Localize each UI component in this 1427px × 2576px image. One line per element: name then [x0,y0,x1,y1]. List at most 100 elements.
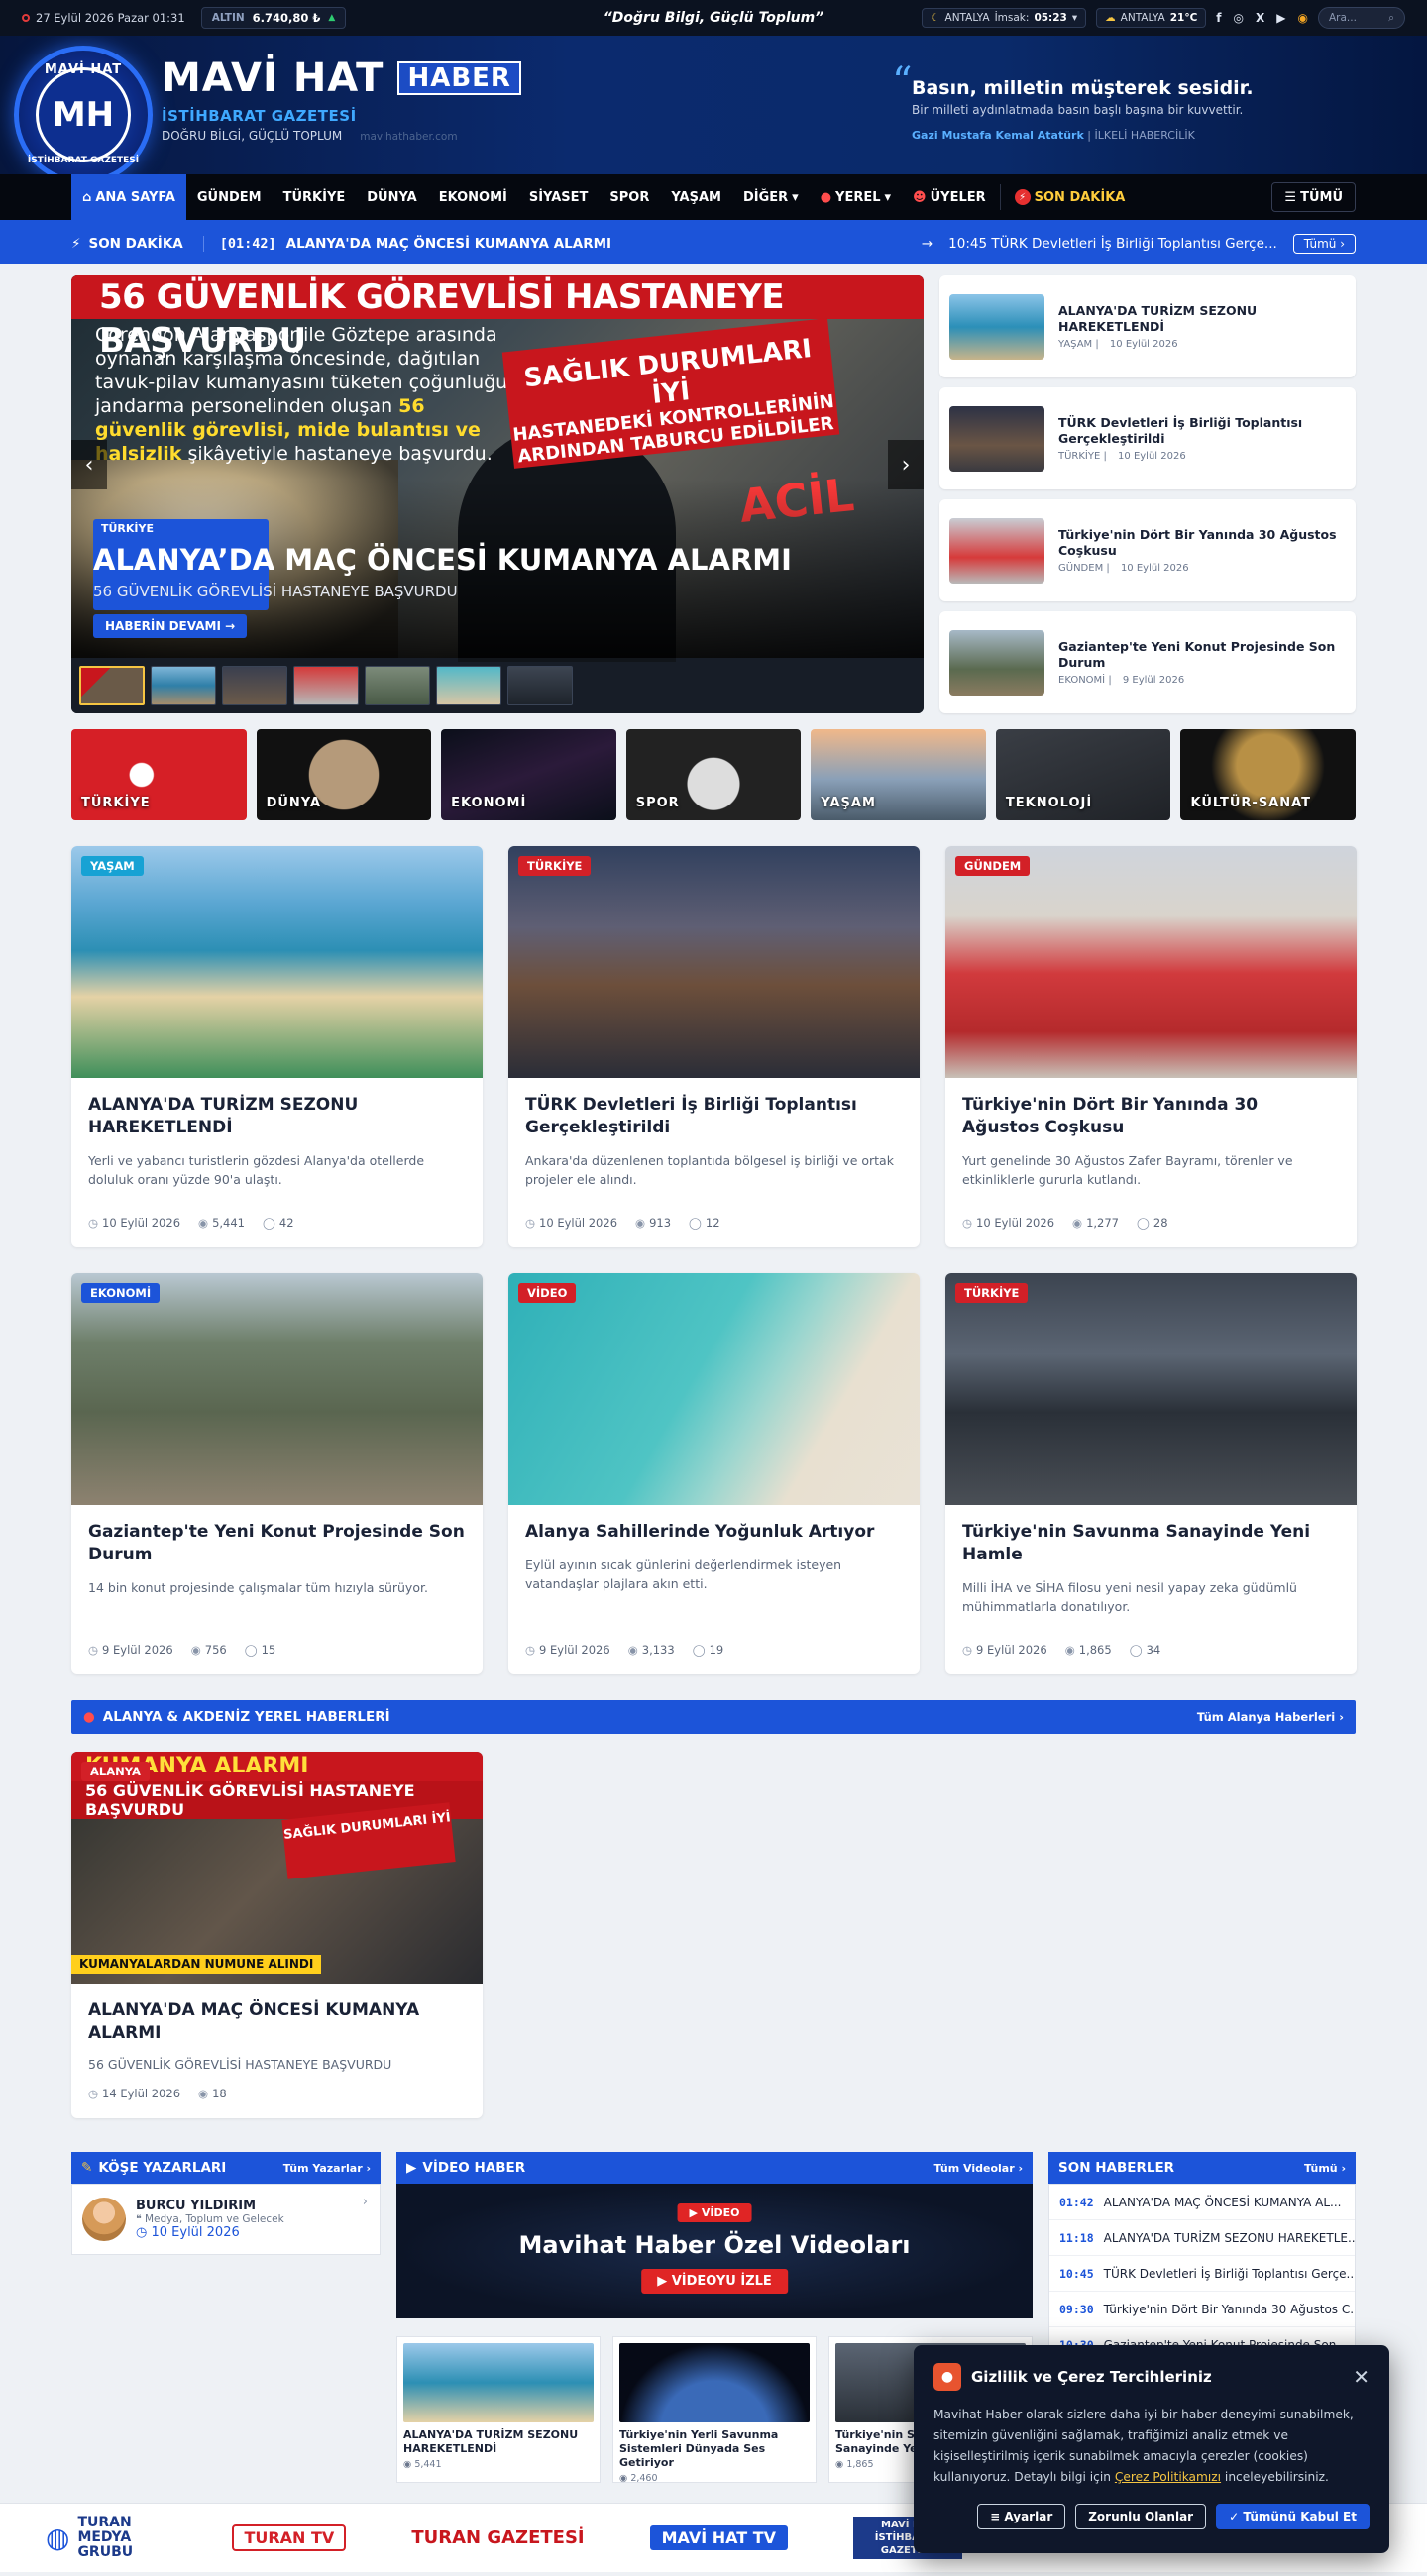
category-tile-dunya[interactable]: DÜNYA [256,729,432,820]
slider-prev-icon[interactable]: ‹ [71,440,107,489]
slider-thumbnails [71,658,924,713]
all-latest-link[interactable]: Tümü › [1304,2162,1346,2175]
cookie-required-button[interactable]: Zorunlu Olanlar [1075,2504,1207,2529]
moon-icon: ☾ [931,12,940,24]
category-tile-spor[interactable]: SPOR [625,729,802,820]
all-videos-link[interactable]: Tüm Videolar › [933,2162,1023,2175]
rss-icon[interactable]: ◉ [1298,11,1308,25]
news-card[interactable]: GÜNDEM Türkiye'nin Dört Bir Yanında 30 A… [945,846,1357,1247]
news-card[interactable]: TÜRKİYE TÜRK Devletleri İş Birliği Topla… [508,846,920,1247]
slider-thumb[interactable] [365,666,430,705]
category-tiles: TÜRKİYE DÜNYA EKONOMİ SPOR YAŞAM TEKNOLO… [71,729,1357,820]
side-news-item[interactable]: Türkiye'nin Dört Bir Yanında 30 Ağustos … [939,499,1356,601]
category-tile-yasam[interactable]: YAŞAM [811,729,986,820]
facebook-icon[interactable]: f [1216,11,1221,25]
cookie-accept-all-button[interactable]: ✓ Tümünü Kabul Et [1216,2504,1370,2529]
side-news-item[interactable]: ALANYA'DA TURİZM SEZONU HAREKETLENDİ YAŞA… [939,275,1356,377]
pin-icon: ● [820,189,832,205]
all-local-news-link[interactable]: Tüm Alanya Haberleri › [1197,1710,1344,1724]
cookie-policy-link[interactable]: Çerez Politikamızı [1115,2470,1221,2484]
news-grid: YAŞAM ALANYA'DA TURİZM SEZONU HAREKETLEN… [71,846,1357,1674]
latest-news-item[interactable]: 01:42 ALANYA'DA MAÇ ÖNCESİ KUMANYA AL... [1049,2185,1355,2220]
nav-son-dakika[interactable]: ⚡ SON DAKİKA [1004,174,1137,220]
partner-logo-turan-tv[interactable]: TURAN TV [232,2524,347,2551]
columnist-item[interactable]: BURCU YILDIRIM ❝ Medya, Toplum ve Gelecek… [71,2184,381,2255]
nav-diger[interactable]: DİĞER ▾ [732,174,810,220]
chevron-right-icon: › [362,2195,368,2209]
news-card[interactable]: YAŞAM ALANYA'DA TURİZM SEZONU HAREKETLEN… [71,846,483,1247]
nav-gundem[interactable]: GÜNDEM [186,174,273,220]
nav-turkiye[interactable]: TÜRKİYE [273,174,357,220]
nav-uyeler[interactable]: ☻ ÜYELER [902,174,997,220]
clock-icon: ◷ [962,1216,973,1230]
video-thumb-item[interactable]: ALANYA'DA TURİZM SEZONU HAREKETLENDİ ◉ 5,… [396,2336,601,2483]
all-writers-link[interactable]: Tüm Yazarlar › [283,2162,371,2175]
gold-price-widget[interactable]: ALTIN 6.740,80 ₺ ▲ [200,7,347,29]
read-more-button[interactable]: HABERİN DEVAMI → [93,614,248,638]
nav-all-button[interactable]: ☰ TÜMÜ [1271,182,1356,212]
news-card[interactable]: VİDEO Alanya Sahillerinde Yoğunluk Artıy… [508,1273,920,1674]
comment-icon: ◯ [692,1643,706,1657]
up-arrow-icon: ▲ [328,13,336,23]
latest-news-item[interactable]: 09:30 Türkiye'nin Dört Bir Yanında 30 Ağu… [1049,2292,1355,2327]
category-tile-teknoloji[interactable]: TEKNOLOJİ [995,729,1171,820]
chevron-down-icon: ▾ [884,189,892,205]
latest-news-item[interactable]: 10:45 TÜRK Devletleri İş Birliği Toplantı… [1049,2256,1355,2292]
news-card-image: EKONOMİ [71,1273,483,1505]
youtube-icon[interactable]: ▶ [1276,11,1285,25]
weather-widget[interactable]: ☁ ANTALYA 21°C [1096,8,1207,28]
slider-thumb[interactable] [507,666,573,705]
nav-home[interactable]: ⌂ ANA SAYFA [71,174,186,220]
hero-image-text: Corendon Alanyaspor ile Göztepe arasında… [95,324,508,465]
category-tile-kultur-sanat[interactable]: KÜLTÜR-SANAT [1180,729,1357,820]
breaking-next[interactable]: 10:45 TÜRK Devletleri İş Birliği Toplant… [948,236,1277,252]
hero-slider[interactable]: 56 GÜVENLİK GÖREVLİSİ HASTANEYE BAŞVURDU… [71,275,924,713]
watch-video-button[interactable]: ▶ VİDEOYU İZLE [641,2269,788,2294]
nav-siyaset[interactable]: SİYASET [518,174,600,220]
category-tile-turkiye[interactable]: TÜRKİYE [71,729,247,820]
slider-thumb[interactable] [293,666,359,705]
check-icon: ✓ [1229,2510,1244,2523]
cookie-settings-button[interactable]: ≡ Ayarlar [977,2504,1066,2529]
slider-thumb[interactable] [222,666,287,705]
local-news-header: ● ALANYA & AKDENİZ YEREL HABERLERİ Tüm Ala… [71,1700,1356,1734]
news-card[interactable]: TÜRKİYE Türkiye'nin Savunma Sanayinde Ye… [945,1273,1357,1674]
latest-news-item[interactable]: 11:18 ALANYA'DA TURİZM SEZONU HAREKETLE..… [1049,2220,1355,2256]
video-banner[interactable]: ▶ VİDEO Mavihat Haber Özel Videoları ▶ V… [396,2184,1033,2318]
close-icon[interactable]: ✕ [1353,2365,1370,2389]
breaking-all-button[interactable]: Tümü › [1292,234,1356,254]
instagram-icon[interactable]: ◎ [1234,11,1244,25]
search-input[interactable]: Ara... ⌕ [1318,7,1405,29]
users-icon: ☻ [913,189,927,205]
partner-logo-mavi-hat-tv[interactable]: MAVİ HAT TV [649,2525,789,2550]
nav-yasam[interactable]: YAŞAM [660,174,732,220]
category-tile-ekonomi[interactable]: EKONOMİ [441,729,616,820]
clock-icon: ◷ [962,1643,973,1657]
video-thumb-item[interactable]: Türkiye'nin Yerli Savunma Sistemleri Dün… [612,2336,817,2484]
prayer-time-widget[interactable]: ☾ ANTALYA İmsak: 05:23 ▾ [922,8,1087,28]
x-icon[interactable]: X [1256,11,1264,25]
partner-logo-turan-gazetesi[interactable]: TURAN GAZETESİ [411,2527,584,2548]
comment-icon: ◯ [263,1216,275,1230]
slider-thumb[interactable] [79,666,145,705]
slider-thumb[interactable] [151,666,216,705]
hero-title[interactable]: ALANYA’DA MAÇ ÖNCESİ KUMANYA ALARMI [93,543,792,577]
nav-dunya[interactable]: DÜNYA [356,174,427,220]
site-logo[interactable]: MAVİ HAT MH İSTİHBARAT GAZETESİ [14,46,153,174]
eye-icon: ◉ [1072,1216,1083,1230]
partner-logo-turan-medya[interactable]: ◍ TURAN MEDYA GRUBU [46,2516,166,2560]
side-news-item[interactable]: Gaziantep'te Yeni Konut Projesinde Son D… [939,611,1356,713]
nav-spor[interactable]: SPOR [599,174,660,220]
nav-yerel[interactable]: ● YEREL ▾ [810,174,902,220]
brand-block[interactable]: MAVİ HAT HABER İSTİHBARAT GAZETESİ DOĞRU … [162,55,521,143]
nav-ekonomi[interactable]: EKONOMİ [428,174,518,220]
side-news-item[interactable]: TÜRK Devletleri İş Birliği Toplantısı Ge… [939,387,1356,489]
slider-next-icon[interactable]: › [888,440,924,489]
arrow-right-icon: → [921,236,933,252]
news-card[interactable]: EKONOMİ Gaziantep'te Yeni Konut Projesin… [71,1273,483,1674]
local-news-card[interactable]: KUMANYA ALARMI 56 GÜVENLİK GÖREVLİSİ HAS… [71,1752,483,2118]
breaking-ticker[interactable]: [01:42] ALANYA'DA MAÇ ÖNCESİ KUMANYA ALAR… [220,236,611,252]
slider-thumb[interactable] [436,666,501,705]
hero-slide[interactable]: 56 GÜVENLİK GÖREVLİSİ HASTANEYE BAŞVURDU… [71,275,924,662]
search-icon[interactable]: ⌕ [1388,12,1394,25]
